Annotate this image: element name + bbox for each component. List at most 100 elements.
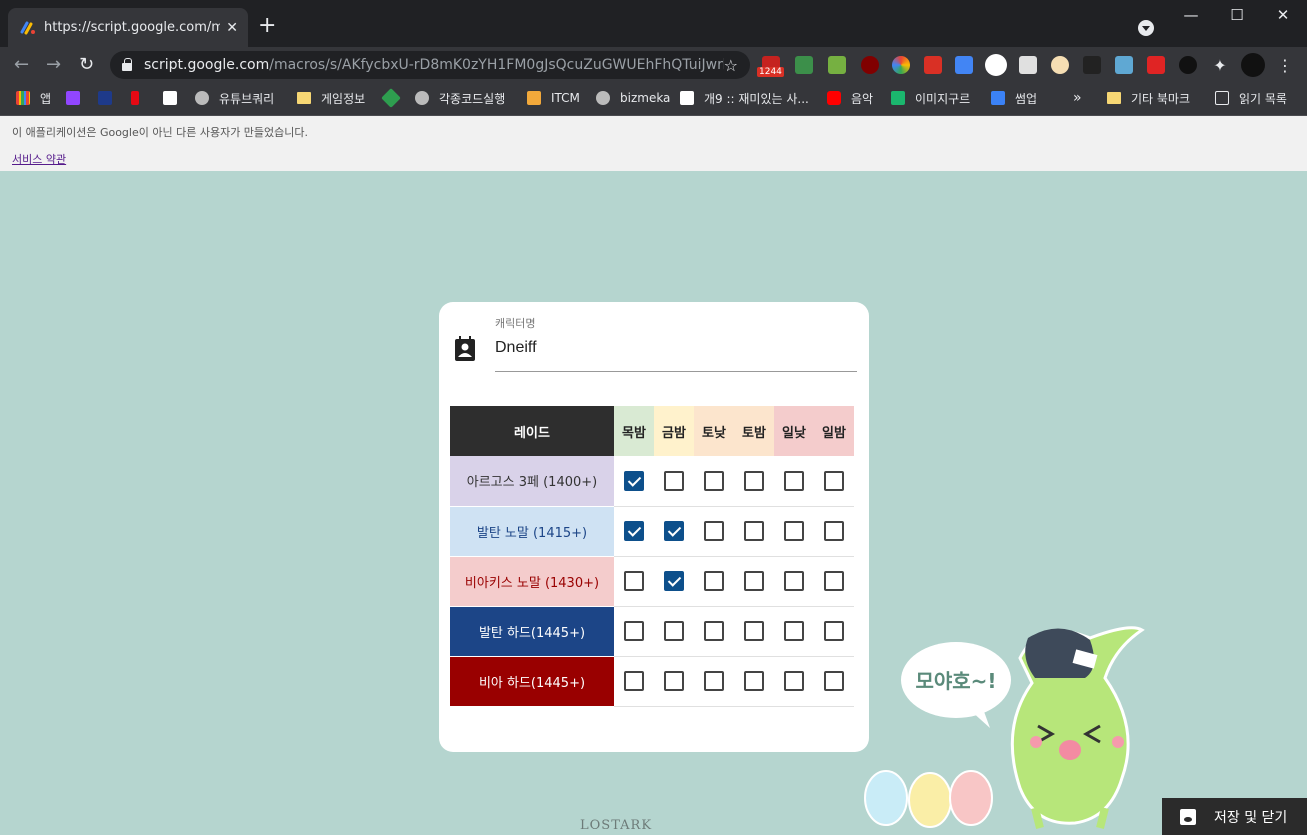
save-and-close-button[interactable]: 저장 및 닫기 (1162, 798, 1307, 835)
day-checkbox[interactable] (624, 671, 644, 692)
day-checkbox[interactable] (704, 621, 724, 642)
day-checkbox[interactable] (744, 521, 764, 542)
bookmark-blue[interactable] (98, 88, 122, 108)
day-checkbox[interactable] (704, 471, 724, 491)
bookmark-thumbsup[interactable]: 썸업 (991, 88, 1037, 108)
bookmark-label: 게임정보 (321, 91, 366, 106)
checkbox-cell (774, 456, 814, 507)
day-checkbox[interactable] (704, 571, 724, 592)
extension-11-icon[interactable] (1083, 56, 1101, 74)
day-checkbox[interactable] (704, 521, 724, 542)
raid-name-cell: 발탄 하드(1445+) (450, 606, 614, 657)
download-extension-icon[interactable] (1179, 56, 1197, 74)
active-tab[interactable]: https://script.google.com/macro ✕ (8, 8, 248, 47)
bookmark-star-icon[interactable]: ☆ (724, 56, 738, 75)
bookmark-apps[interactable]: 앱 (16, 88, 51, 108)
bookmark-netflix[interactable] (131, 88, 149, 108)
contact-card-icon (455, 336, 475, 361)
day-checkbox[interactable] (704, 671, 724, 692)
profile-avatar-icon[interactable] (1241, 53, 1265, 77)
color-picker-icon[interactable] (892, 56, 910, 74)
bookmark-green[interactable] (381, 88, 408, 108)
checkbox-cell (774, 506, 814, 557)
day-checkbox[interactable] (784, 571, 804, 592)
extension-2-icon[interactable] (795, 56, 813, 74)
day-checkbox[interactable] (624, 521, 644, 542)
day-checkbox[interactable] (664, 471, 684, 491)
day-checkbox[interactable] (664, 671, 684, 692)
day-checkbox[interactable] (784, 521, 804, 542)
forward-icon[interactable]: → (46, 55, 61, 75)
day-checkbox[interactable] (824, 521, 844, 542)
new-tab-button[interactable]: + (258, 15, 276, 37)
google-translate-icon[interactable] (955, 56, 973, 74)
day-checkbox[interactable] (664, 571, 684, 592)
day-checkbox[interactable] (624, 571, 644, 592)
menu-kebab-icon[interactable]: ⋮ (1276, 56, 1294, 75)
table-row: 발탄 하드(1445+) (450, 606, 854, 657)
globe-icon (415, 91, 429, 105)
bookmark-play[interactable] (163, 88, 187, 108)
extensions-puzzle-icon[interactable]: ✦ (1211, 56, 1229, 75)
checkbox-cell (734, 456, 774, 507)
day-checkbox[interactable] (624, 471, 644, 491)
raid-name-cell: 발탄 노말 (1415+) (450, 506, 614, 557)
day-checkbox[interactable] (744, 471, 764, 491)
tab-search-icon[interactable] (1138, 20, 1154, 36)
bookmark-code-run[interactable]: 각종코드실행 (415, 88, 505, 108)
bookmark-label: 기타 북마크 (1131, 91, 1191, 106)
extension-9-icon[interactable] (1019, 56, 1037, 74)
bookmark-music[interactable]: 음악 (827, 88, 873, 108)
banner-message: 이 애플리케이션은 Google이 아닌 다른 사용자가 만들었습니다. (12, 126, 309, 139)
bookmark-bizmeka[interactable]: bizmeka (596, 88, 670, 108)
reload-icon[interactable]: ↻ (79, 55, 94, 75)
raid-name-cell: 비아 하드(1445+) (450, 656, 614, 707)
ublock-icon[interactable] (861, 56, 879, 74)
extension-10-icon[interactable] (1051, 56, 1069, 74)
back-icon[interactable]: ← (14, 55, 29, 75)
bookmark-itcm[interactable]: ITCM (527, 88, 580, 108)
day-checkbox[interactable] (824, 621, 844, 642)
save-button-label: 저장 및 닫기 (1214, 809, 1288, 826)
bookmark-label: 개9 :: 재미있는 사... (704, 91, 809, 106)
day-checkbox[interactable] (664, 621, 684, 642)
character-name-input[interactable]: Dneiff (495, 339, 857, 372)
day-checkbox[interactable] (744, 621, 764, 642)
bookmark-gae9[interactable]: 개9 :: 재미있는 사... (680, 88, 809, 108)
checkbox-cell (734, 606, 774, 657)
profile-extension-icon[interactable] (985, 54, 1007, 76)
reading-list[interactable]: 읽기 목록 (1215, 88, 1287, 108)
address-bar[interactable]: script.google.com/macros/s/AKfycbxU-rD8m… (110, 51, 750, 79)
play-icon (163, 91, 177, 105)
bookmark-youtube-query[interactable]: 유튜브쿼리 (195, 88, 274, 108)
day-checkbox[interactable] (824, 471, 844, 491)
tab-close-icon[interactable]: ✕ (226, 20, 238, 36)
reading-list-icon (1215, 91, 1229, 105)
day-checkbox[interactable] (744, 571, 764, 592)
bookmarks-overflow-icon[interactable]: » (1073, 88, 1082, 108)
day-checkbox[interactable] (784, 621, 804, 642)
day-checkbox[interactable] (824, 671, 844, 692)
extension-13-icon[interactable] (1147, 56, 1165, 74)
bookmark-other[interactable]: 기타 북마크 (1107, 88, 1190, 108)
bookmark-game-info[interactable]: 게임정보 (297, 88, 365, 108)
day-checkbox[interactable] (664, 521, 684, 542)
day-checkbox[interactable] (624, 621, 644, 642)
bookmark-imgur[interactable]: 이미지구르 (891, 88, 970, 108)
extension-3-icon[interactable] (828, 56, 846, 74)
day-checkbox[interactable] (824, 571, 844, 592)
extension-6-icon[interactable] (924, 56, 942, 74)
day-checkbox[interactable] (784, 671, 804, 692)
minimize-button[interactable]: — (1168, 0, 1214, 30)
checkbox-cell (694, 506, 734, 557)
bookmark-label: 각종코드실행 (439, 91, 506, 106)
terms-of-service-link[interactable]: 서비스 약관 (12, 151, 66, 167)
close-window-button[interactable]: ✕ (1260, 0, 1306, 30)
maximize-button[interactable]: ☐ (1214, 0, 1260, 30)
apps-grid-icon (16, 91, 30, 105)
checkbox-cell (614, 606, 654, 657)
day-checkbox[interactable] (784, 471, 804, 491)
bookmark-twitch[interactable] (66, 88, 90, 108)
extension-12-icon[interactable] (1115, 56, 1133, 74)
day-checkbox[interactable] (744, 671, 764, 692)
